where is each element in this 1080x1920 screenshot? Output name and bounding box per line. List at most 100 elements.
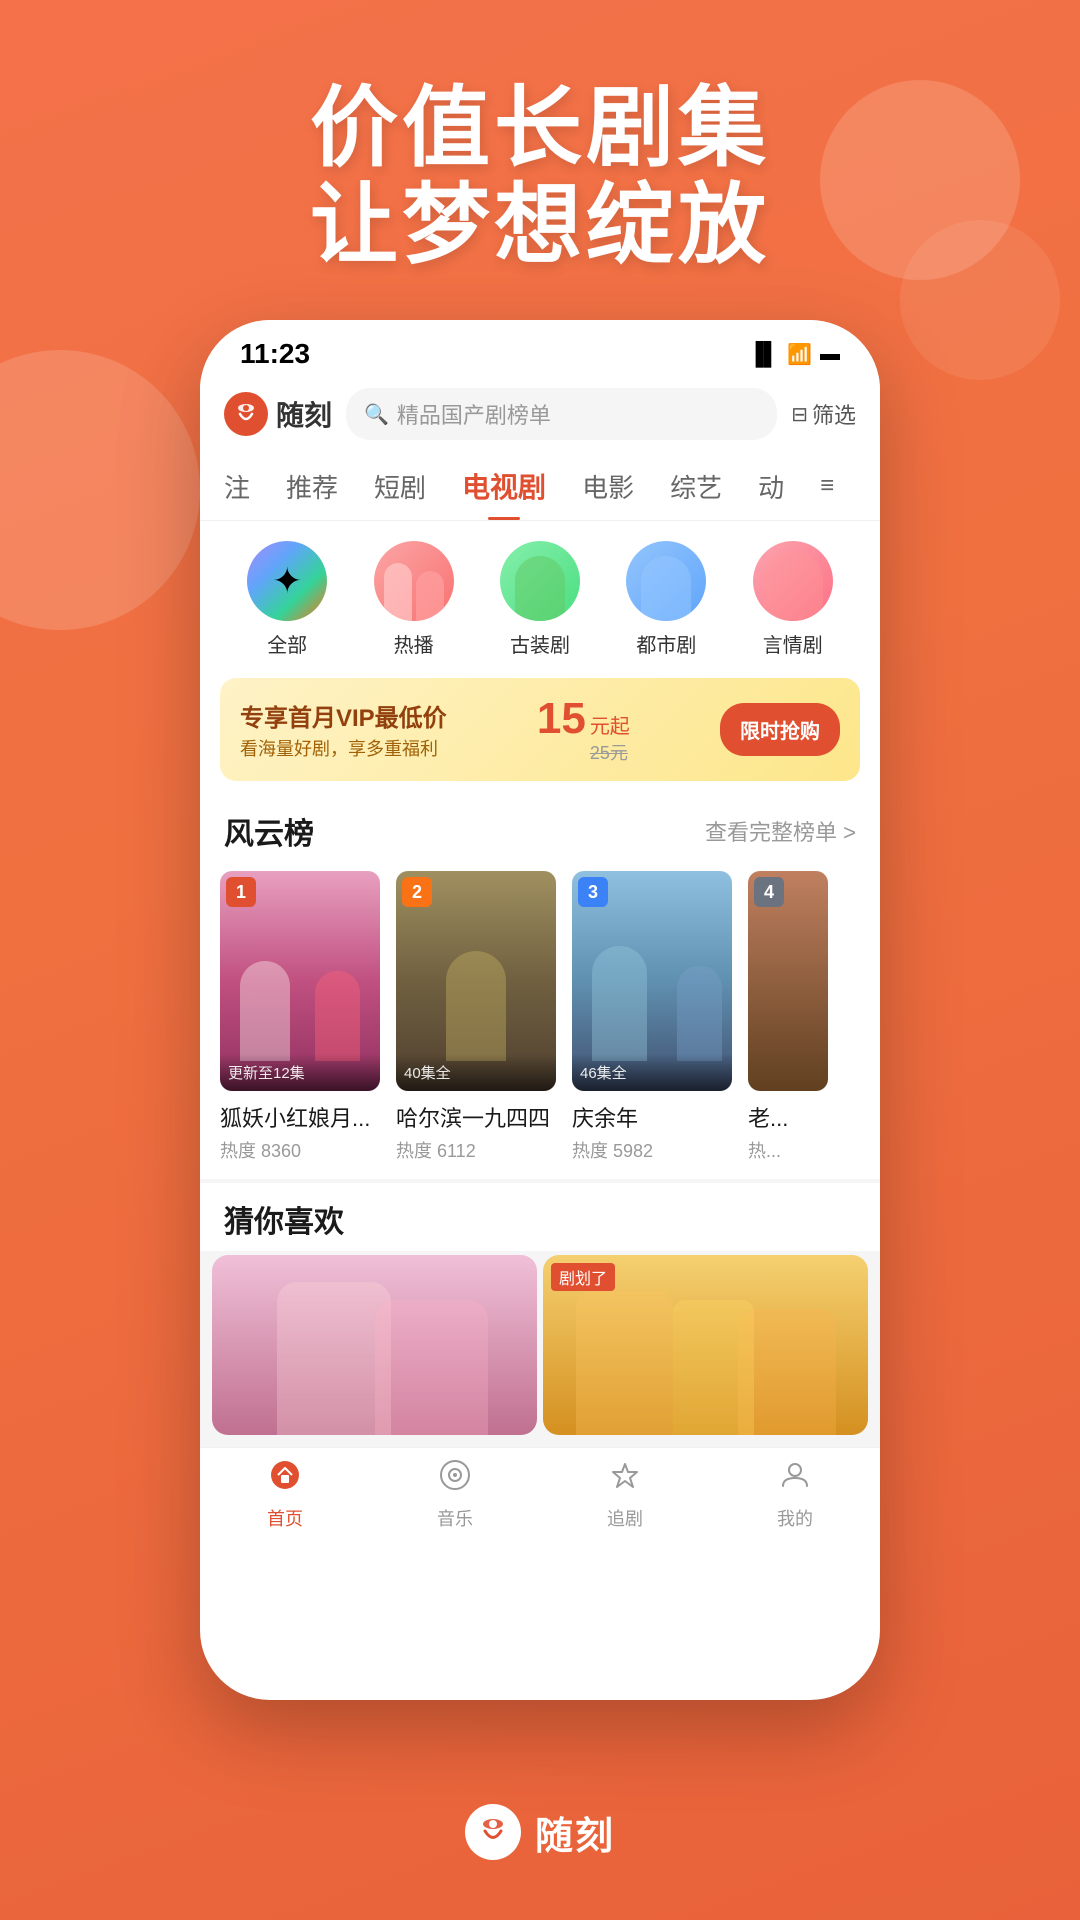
category-city-icon — [626, 541, 706, 621]
category-all-icon: ✦ — [247, 541, 327, 621]
nav-profile-label: 我的 — [777, 1505, 813, 1531]
category-romance[interactable]: 言情剧 — [743, 541, 843, 658]
guess-section-header: 猜你喜欢 — [200, 1183, 880, 1251]
ranking-name-4: 老... — [748, 1101, 828, 1133]
battery-icon: ▬ — [820, 343, 840, 366]
tab-short-drama[interactable]: 短剧 — [370, 454, 430, 519]
category-romance-label: 言情剧 — [763, 629, 823, 658]
ranking-list: 1 更新至12集 狐妖小红娘月... 热度 8360 2 40集全 哈尔滨一九四… — [200, 863, 880, 1179]
hero-title-line2: 让梦想绽放 — [0, 177, 1080, 274]
bg-decoration-2 — [0, 350, 200, 630]
ranking-poster-2: 2 40集全 — [396, 871, 556, 1091]
tab-tv-drama[interactable]: 电视剧 — [458, 452, 550, 520]
app-logo-icon — [224, 392, 268, 436]
ranking-view-all-link[interactable]: 查看完整榜单 > — [705, 815, 856, 847]
app-header: 随刻 🔍 精品国产剧榜单 ⊟ 筛选 — [200, 380, 880, 452]
vip-subtitle: 看海量好剧，享多重福利 — [240, 735, 447, 761]
guess-item-2-tag: 剧划了 — [551, 1263, 615, 1291]
category-ancient-label: 古装剧 — [510, 629, 570, 658]
ranking-poster-4: 4 — [748, 871, 828, 1091]
home-icon — [268, 1458, 302, 1501]
ranking-section-header: 风云榜 查看完整榜单 > — [200, 797, 880, 863]
filter-label: 筛选 — [812, 398, 856, 430]
guess-title: 猜你喜欢 — [224, 1197, 344, 1241]
category-all-label: 全部 — [267, 629, 307, 658]
ranking-item-3[interactable]: 3 46集全 庆余年 热度 5982 — [572, 871, 732, 1163]
tab-variety[interactable]: 综艺 — [666, 454, 726, 519]
music-icon — [438, 1458, 472, 1501]
nav-music-label: 音乐 — [437, 1505, 473, 1531]
category-ancient-icon — [500, 541, 580, 621]
vip-buy-button[interactable]: 限时抢购 — [720, 703, 840, 756]
profile-icon — [778, 1458, 812, 1501]
nav-profile[interactable]: 我的 — [710, 1458, 880, 1531]
bottom-logo-icon — [465, 1804, 521, 1860]
categories-row: ✦ 全部 热播 古装剧 都市剧 — [200, 521, 880, 678]
status-time: 11:23 — [240, 338, 310, 370]
poster-update-2: 40集全 — [396, 1054, 556, 1091]
logo-text: 随刻 — [276, 394, 332, 434]
ranking-item-2[interactable]: 2 40集全 哈尔滨一九四四 热度 6112 — [396, 871, 556, 1163]
search-bar[interactable]: 🔍 精品国产剧榜单 — [346, 388, 777, 440]
wifi-icon: 📶 — [787, 342, 812, 367]
nav-follow-label: 追剧 — [607, 1505, 643, 1531]
poster-update-1: 更新至12集 — [220, 1054, 380, 1091]
vip-price-number: 15 — [537, 694, 586, 744]
bottom-logo: 随刻 — [465, 1804, 615, 1860]
phone-mockup: 11:23 ▐▌ 📶 ▬ 随刻 🔍 精品国产剧榜单 ⊟ 筛选 — [200, 320, 880, 1700]
nav-tabs: 注 推荐 短剧 电视剧 电影 综艺 动 ≡ — [200, 452, 880, 521]
guess-grid: 剧划了 — [200, 1255, 880, 1447]
hero-title-line1: 价值长剧集 — [0, 80, 1080, 177]
guess-item-1[interactable] — [212, 1255, 537, 1435]
category-all[interactable]: ✦ 全部 — [237, 541, 337, 658]
nav-music[interactable]: 音乐 — [370, 1458, 540, 1531]
status-icons: ▐▌ 📶 ▬ — [748, 341, 840, 367]
vip-info: 专享首月VIP最低价 看海量好剧，享多重福利 — [240, 698, 447, 761]
status-bar: 11:23 ▐▌ 📶 ▬ — [200, 320, 880, 380]
search-icon: 🔍 — [364, 402, 389, 427]
filter-button[interactable]: ⊟ 筛选 — [791, 398, 856, 430]
rank-badge-3: 3 — [578, 877, 608, 907]
bottom-logo-text: 随刻 — [535, 1805, 615, 1860]
ranking-item-4[interactable]: 4 老... 热... — [748, 871, 828, 1163]
tab-animation[interactable]: 动 — [754, 454, 788, 519]
ranking-poster-1: 1 更新至12集 — [220, 871, 380, 1091]
nav-home[interactable]: 首页 — [200, 1458, 370, 1531]
category-city[interactable]: 都市剧 — [616, 541, 716, 658]
vip-banner[interactable]: 专享首月VIP最低价 看海量好剧，享多重福利 15 元起 25元 限时抢购 — [220, 678, 860, 781]
ranking-heat-3: 热度 5982 — [572, 1137, 732, 1163]
ranking-item-1[interactable]: 1 更新至12集 狐妖小红娘月... 热度 8360 — [220, 871, 380, 1163]
ranking-heat-4: 热... — [748, 1137, 828, 1163]
category-romance-icon — [753, 541, 833, 621]
ranking-name-1: 狐妖小红娘月... — [220, 1101, 380, 1133]
logo-area: 随刻 — [224, 392, 332, 436]
vip-price-area: 15 元起 25元 — [537, 694, 630, 765]
tab-subscribe[interactable]: 注 — [220, 454, 254, 519]
guess-item-2[interactable]: 剧划了 — [543, 1255, 868, 1435]
filter-icon: ⊟ — [791, 402, 808, 427]
tab-movie[interactable]: 电影 — [578, 454, 638, 519]
ranking-heat-1: 热度 8360 — [220, 1137, 380, 1163]
category-ancient[interactable]: 古装剧 — [490, 541, 590, 658]
tab-recommend[interactable]: 推荐 — [282, 454, 342, 519]
rank-badge-1: 1 — [226, 877, 256, 907]
ranking-name-2: 哈尔滨一九四四 — [396, 1101, 556, 1133]
category-city-label: 都市剧 — [636, 629, 696, 658]
vip-title: 专享首月VIP最低价 — [240, 698, 447, 733]
vip-orig-price: 25元 — [590, 739, 630, 765]
vip-price-detail: 元起 25元 — [590, 710, 630, 765]
guess-section: 猜你喜欢 剧划了 — [200, 1179, 880, 1447]
poster-update-3: 46集全 — [572, 1054, 732, 1091]
follow-icon — [608, 1458, 642, 1501]
signal-icon: ▐▌ — [748, 341, 779, 367]
vip-price-unit: 元起 — [590, 710, 630, 739]
ranking-name-3: 庆余年 — [572, 1101, 732, 1133]
category-hot-icon — [374, 541, 454, 621]
nav-follow[interactable]: 追剧 — [540, 1458, 710, 1531]
ranking-heat-2: 热度 6112 — [396, 1137, 556, 1163]
nav-home-label: 首页 — [267, 1505, 303, 1531]
rank-badge-2: 2 — [402, 877, 432, 907]
more-tabs-icon[interactable]: ≡ — [820, 472, 834, 500]
ranking-poster-3: 3 46集全 — [572, 871, 732, 1091]
category-hot[interactable]: 热播 — [364, 541, 464, 658]
